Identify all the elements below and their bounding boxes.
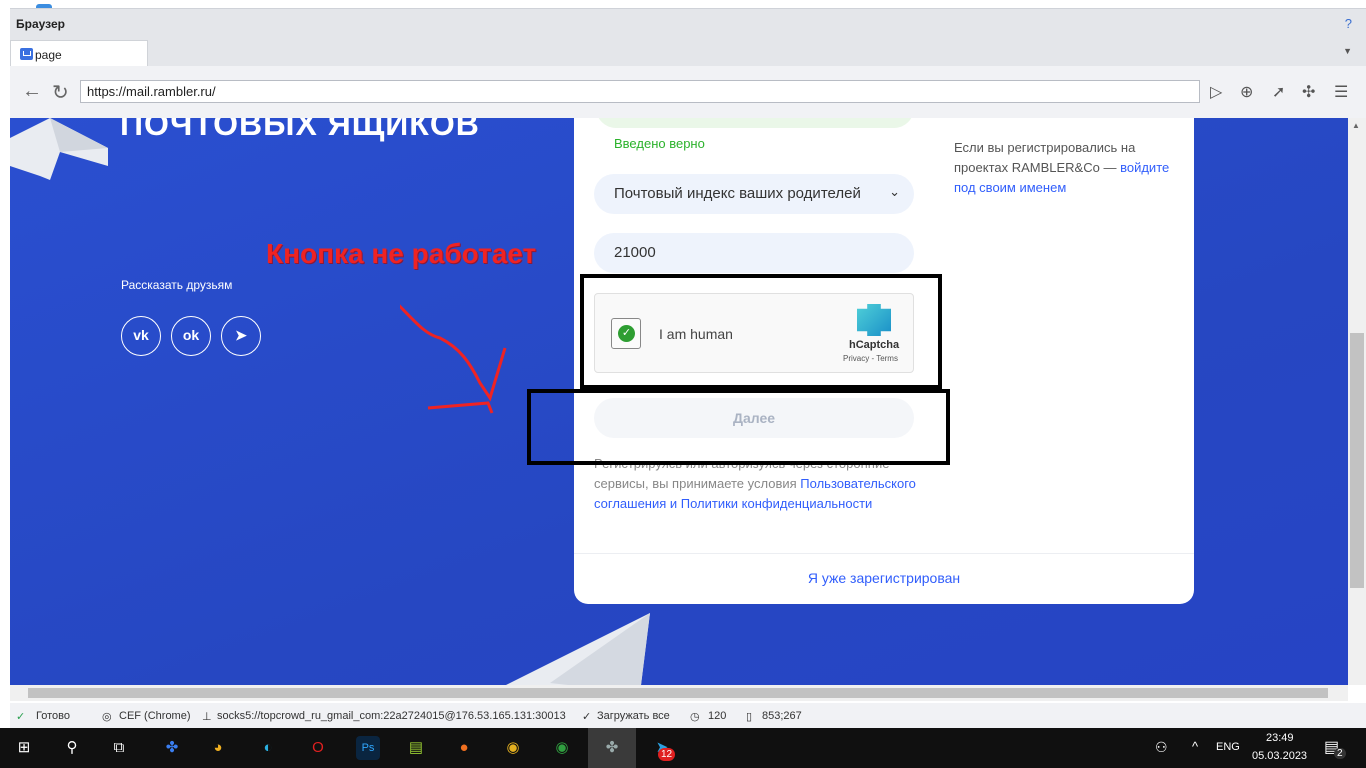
- clock-time[interactable]: 23:49: [1266, 732, 1294, 744]
- validated-field[interactable]: [596, 118, 914, 128]
- tab-page[interactable]: page: [10, 40, 148, 67]
- annotation-box: [527, 389, 950, 465]
- divider: [574, 553, 1194, 554]
- chrome-icon: ◎: [102, 711, 112, 723]
- telegram-badge: 12: [658, 748, 676, 761]
- valid-message: Введено верно: [614, 136, 705, 151]
- window-title: Браузер: [16, 17, 65, 31]
- chevron-down-icon: ⌄: [883, 184, 900, 200]
- scroll-thumb[interactable]: [28, 688, 1328, 698]
- scroll-thumb[interactable]: [1350, 333, 1364, 588]
- play-icon[interactable]: ▷: [1210, 82, 1222, 102]
- vk-icon[interactable]: vk: [121, 316, 161, 356]
- answer-input[interactable]: 21000: [594, 233, 914, 273]
- paper-plane-graphic: [506, 613, 650, 685]
- cursor-icon[interactable]: ➚: [1272, 82, 1285, 102]
- status-ready: Готово: [36, 710, 70, 722]
- proxy-icon: ⊥: [202, 711, 212, 723]
- notepad-icon[interactable]: ▤: [404, 736, 428, 760]
- opera-icon[interactable]: O: [306, 736, 330, 760]
- windows-start-icon[interactable]: ⊞: [12, 736, 36, 760]
- help-button[interactable]: ?: [1345, 16, 1352, 31]
- people-icon[interactable]: ⚇: [1155, 739, 1168, 756]
- url-input[interactable]: https://mail.rambler.ru/: [80, 80, 1200, 103]
- telegram-icon[interactable]: ➤: [221, 316, 261, 356]
- taskbar-active-app[interactable]: ✤: [588, 728, 636, 768]
- annotation-arrow: [400, 304, 507, 414]
- reload-icon[interactable]: ↻: [52, 80, 69, 105]
- annotation-box: [580, 274, 942, 389]
- back-icon[interactable]: ←: [22, 80, 42, 103]
- notification-badge: 2: [1334, 748, 1346, 759]
- mail-icon: [20, 48, 33, 60]
- mouse-icon: ▯: [746, 711, 753, 723]
- load-icon: ✓: [582, 711, 592, 723]
- status-engine: CEF (Chrome): [119, 710, 191, 722]
- select-value: Почтовый индекс ваших родителей: [614, 185, 861, 202]
- tab-dropdown-icon[interactable]: ▼: [1343, 46, 1352, 56]
- status-proxy: socks5://topcrowd_ru_gmail_com:22a272401…: [217, 710, 566, 722]
- edge-icon[interactable]: ◐: [256, 736, 280, 760]
- taskbar: ⊞ ⚲ ⧉ ✤ ◕ ◐ O Ps ▤ ● ◉ ◉ ✤ ➤ 12 ⚇ ^ ENG …: [0, 728, 1366, 768]
- clock-date[interactable]: 05.03.2023: [1252, 750, 1307, 762]
- firefox-icon[interactable]: ●: [452, 736, 476, 760]
- tab-bar: page ▼: [10, 38, 1366, 67]
- window-titlebar: Браузер ?: [10, 8, 1366, 38]
- zennoposter-icon: ✤: [605, 739, 619, 756]
- side-info: Если вы регистрировались на проектах RAM…: [954, 138, 1174, 198]
- status-load[interactable]: Загружать все: [597, 710, 670, 722]
- add-icon[interactable]: ⊕: [1240, 82, 1253, 102]
- page-heading: ПОЧТОВЫХ ЯЩИКОВ: [120, 118, 480, 142]
- extensions-icon[interactable]: ✣: [1302, 82, 1315, 102]
- status-bar: ✓ Готово ◎ CEF (Chrome) ⊥ socks5://topcrowd…: [10, 703, 1366, 728]
- share-label: Рассказать друзьям: [121, 278, 233, 292]
- already-registered-link[interactable]: Я уже зарегистрирован: [574, 570, 1194, 586]
- chrome-icon[interactable]: ◉: [501, 736, 525, 760]
- language-indicator[interactable]: ENG: [1216, 741, 1240, 753]
- ready-icon: ✓: [16, 711, 26, 723]
- menu-icon[interactable]: ☰: [1334, 82, 1348, 102]
- search-icon[interactable]: ⚲: [60, 736, 84, 760]
- secret-question-select[interactable]: Почтовый индекс ваших родителей ⌄: [594, 174, 914, 214]
- status-timeout: 120: [708, 710, 727, 722]
- tab-label: page: [35, 48, 62, 62]
- chrome-profile-icon[interactable]: ◉: [550, 736, 574, 760]
- clock-icon: ◷: [690, 711, 700, 723]
- status-coords: 853;267: [762, 710, 802, 722]
- ok-icon[interactable]: ok: [171, 316, 211, 356]
- side-text: Если вы регистрировались на проектах RAM…: [954, 140, 1136, 175]
- horizontal-scrollbar[interactable]: [10, 685, 1348, 701]
- web-page: ПОЧТОВЫХ ЯЩИКОВ Рассказать друзьям vk ok…: [10, 118, 1348, 685]
- photoshop-icon[interactable]: Ps: [356, 736, 380, 760]
- yandex-browser-icon[interactable]: ◕: [206, 736, 230, 760]
- paper-plane-graphic: [10, 118, 108, 180]
- vertical-scrollbar[interactable]: ▲: [1348, 118, 1366, 685]
- zennoposter-icon[interactable]: ✤: [160, 736, 184, 760]
- tray-chevron-icon[interactable]: ^: [1192, 739, 1198, 754]
- scroll-up-icon[interactable]: ▲: [1352, 121, 1360, 130]
- desktop-strip: [0, 0, 1366, 8]
- annotation-text: Кнопка не работает: [266, 238, 537, 269]
- task-view-icon[interactable]: ⧉: [107, 736, 131, 760]
- browser-toolbar: ← ↻ https://mail.rambler.ru/ ▷ ⊕ ➚ ✣ ☰: [10, 66, 1366, 118]
